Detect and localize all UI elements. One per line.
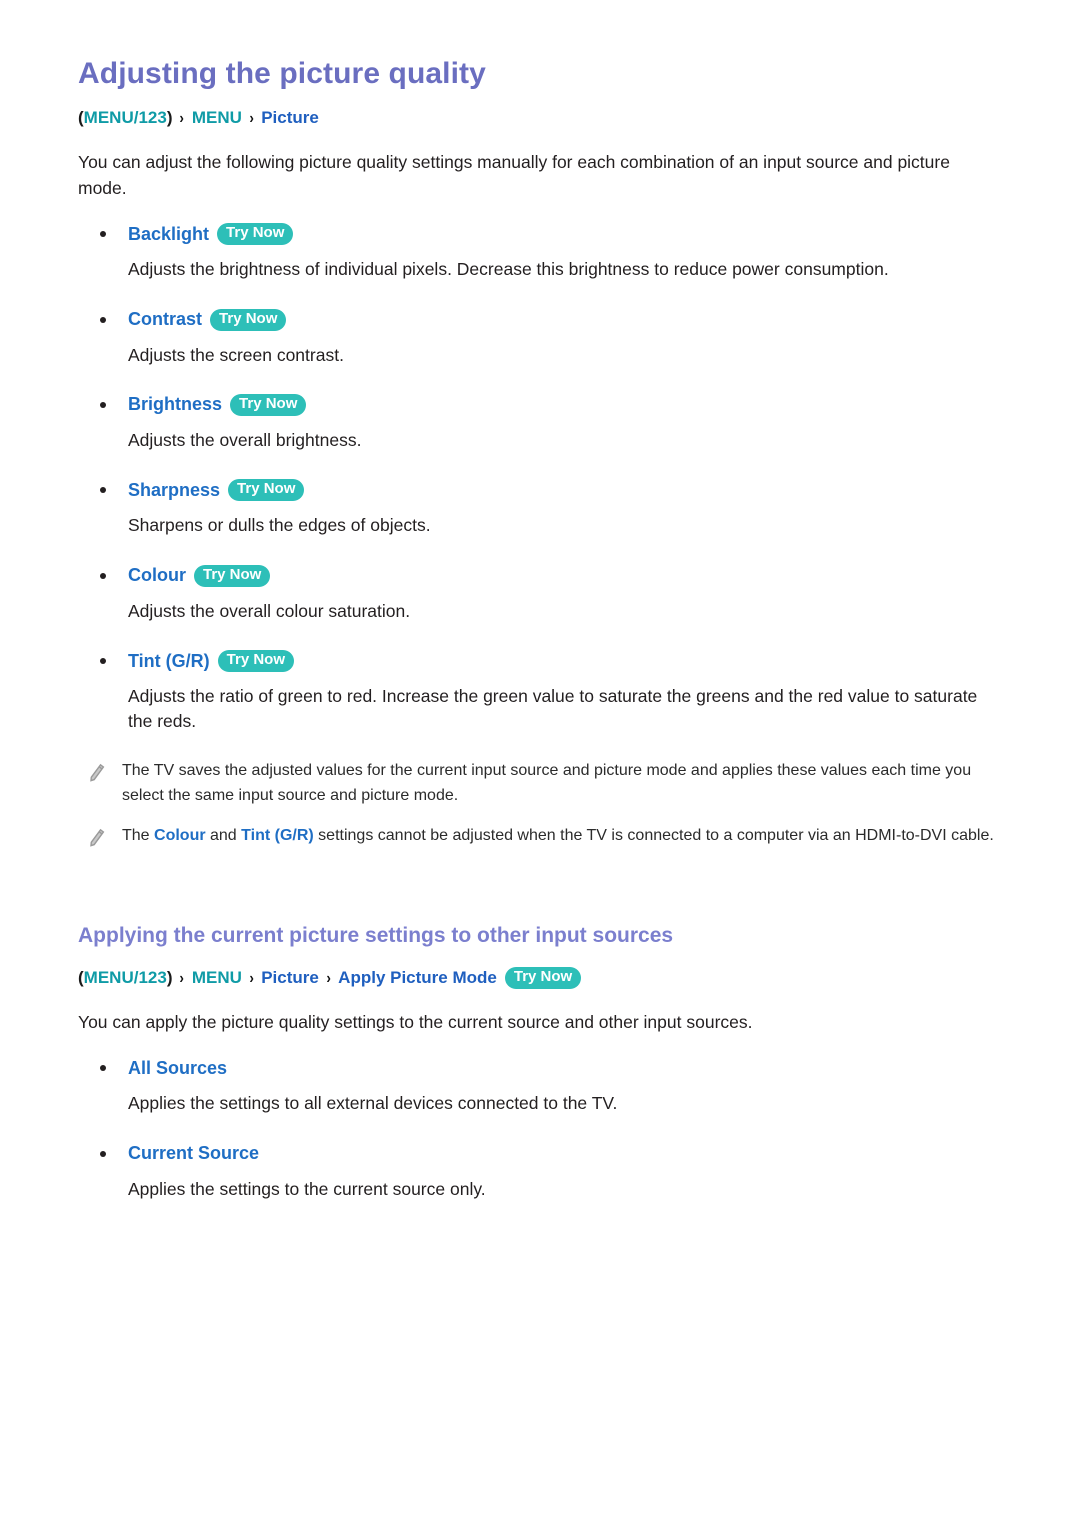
setting-label[interactable]: Contrast [128,309,202,330]
note-row: The TV saves the adjusted values for the… [78,759,1002,809]
intro-paragraph: You can adjust the following picture qua… [78,152,950,198]
try-now-badge[interactable]: Try Now [217,650,295,673]
bullet-icon [100,487,106,494]
try-now-badge[interactable]: Try Now [210,308,287,331]
setting-item-backlight: Backlight Try Now Adjusts the brightness… [78,221,1002,282]
setting-label[interactable]: Sharpness [128,480,220,501]
section-intro-paragraph: You can apply the picture quality settin… [78,1012,753,1032]
chevron-right-icon: › [326,969,331,987]
setting-header: Colour Try Now [78,563,1002,589]
breadcrumb-picture: (MENU/123) › MENU › Picture [78,106,1002,130]
option-description: Applies the settings to the current sour… [128,1178,486,1199]
setting-item-sharpness: Sharpness Try Now Sharpens or dulls the … [78,477,1002,538]
option-description: Applies the settings to all external dev… [128,1093,618,1114]
bullet-icon [100,316,106,323]
page-title: Adjusting the picture quality [78,57,486,90]
breadcrumb-item-picture[interactable]: Picture [261,108,319,127]
breadcrumb-close-paren: ) [166,108,173,127]
setting-header: Sharpness Try Now [78,477,1002,503]
option-label[interactable]: Current Source [128,1143,259,1164]
setting-description: Adjusts the brightness of individual pix… [128,259,889,280]
breadcrumb-item-menu123[interactable]: MENU/123 [84,108,167,127]
note-text-segment: and [205,827,242,845]
setting-header: Brightness Try Now [78,392,1002,418]
breadcrumb-item-picture[interactable]: Picture [261,968,319,987]
bullet-icon [100,401,106,408]
bullet-icon [100,658,106,665]
try-now-badge[interactable]: Try Now [217,223,294,246]
setting-header: Tint (G/R) Try Now [78,648,1002,674]
setting-description: Adjusts the overall brightness. [128,429,362,450]
setting-item-contrast: Contrast Try Now Adjusts the screen cont… [78,307,1002,368]
option-header: Current Source [78,1141,1002,1167]
try-now-badge[interactable]: Try Now [504,967,582,990]
breadcrumb-apply-picture-mode: (MENU/123) › MENU › Picture › Apply Picture Mo… [78,966,1002,990]
section-title-apply-picture: Applying the current picture settings to… [78,924,674,948]
note-row: The Colour and Tint (G/R) settings canno… [78,824,1002,849]
note-highlight-colour[interactable]: Colour [154,827,206,844]
note-text-segment: settings cannot be adjusted when the TV … [313,827,994,845]
try-now-badge[interactable]: Try Now [194,564,271,587]
chevron-right-icon: › [249,110,254,127]
pencil-icon [86,762,108,784]
chevron-right-icon: › [179,969,185,987]
setting-label[interactable]: Brightness [128,394,222,415]
setting-description: Adjusts the overall colour saturation. [128,600,411,621]
setting-description: Adjusts the ratio of green to red. Incre… [128,686,978,732]
setting-item-tint: Tint (G/R) Try Now Adjusts the ratio of … [78,648,1002,735]
setting-description: Sharpens or dulls the edges of objects. [128,515,431,536]
breadcrumb-item-apply-picture-mode[interactable]: Apply Picture Mode [338,968,497,987]
document-page: Adjusting the picture quality (MENU/123)… [0,0,1080,1527]
option-header: All Sources [78,1055,1002,1081]
pencil-icon [86,827,108,849]
setting-header: Backlight Try Now [78,221,1002,247]
chevron-right-icon: › [179,110,185,127]
try-now-badge[interactable]: Try Now [228,479,305,502]
note-text: The Colour and Tint (G/R) settings canno… [122,824,994,849]
note-highlight-tint[interactable]: Tint (G/R) [241,827,314,844]
bullet-icon [100,1065,106,1072]
bullet-icon [100,572,106,579]
setting-label[interactable]: Tint (G/R) [128,651,210,672]
note-text: The TV saves the adjusted values for the… [122,761,972,804]
bullet-icon [100,231,106,238]
option-item-current-source: Current Source Applies the settings to t… [78,1141,1002,1202]
setting-label[interactable]: Backlight [128,224,209,245]
breadcrumb-item-menu[interactable]: MENU [192,968,242,987]
breadcrumb-close-paren: ) [166,967,173,987]
try-now-badge[interactable]: Try Now [230,393,307,416]
breadcrumb-item-menu[interactable]: MENU [192,108,242,127]
setting-item-colour: Colour Try Now Adjusts the overall colou… [78,563,1002,624]
option-item-all-sources: All Sources Applies the settings to all … [78,1055,1002,1116]
bullet-icon [100,1150,106,1157]
note-text-segment: The [122,827,155,845]
setting-description: Adjusts the screen contrast. [128,344,344,365]
setting-header: Contrast Try Now [78,307,1002,333]
setting-label[interactable]: Colour [128,565,186,586]
setting-item-brightness: Brightness Try Now Adjusts the overall b… [78,392,1002,453]
chevron-right-icon: › [249,969,254,987]
option-label[interactable]: All Sources [128,1058,227,1079]
breadcrumb-item-menu123[interactable]: MENU/123 [84,968,167,987]
